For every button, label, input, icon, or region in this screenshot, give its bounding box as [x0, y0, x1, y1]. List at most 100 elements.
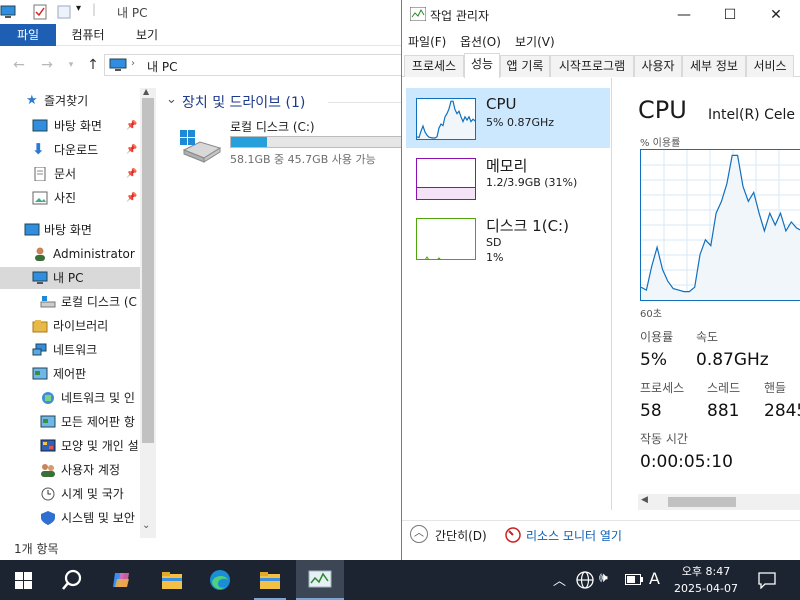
nav-desktop[interactable]: 바탕 화면 [0, 219, 140, 241]
performance-sidebar: CPU 5% 0.87GHz 메모리 1.2/3.9GB (31%) 디스크 1… [402, 78, 612, 510]
detail-title: CPU [638, 96, 687, 124]
nav-label: 제어판 [53, 367, 87, 381]
recent-dropdown-icon[interactable]: ▾ [62, 56, 80, 74]
tab-app-history[interactable]: 앱 기록 [500, 55, 550, 77]
ribbon-tab-file[interactable]: 파일 [0, 24, 56, 46]
content-pane: ⌄ 장치 및 드라이브 (1) 로컬 디스크 (C:) 58.1GB 중 45.… [160, 88, 402, 538]
collapse-chevron-icon[interactable]: ⌄ [166, 92, 177, 107]
task-manager-taskbar-button[interactable] [296, 560, 344, 600]
nav-label: 바탕 화면 [54, 119, 102, 133]
nav-quick-item-pictures[interactable]: 사진 📌 [0, 187, 140, 209]
scroll-left-icon[interactable]: ◀ [641, 495, 648, 505]
menu-file[interactable]: 파일(F) [408, 33, 446, 50]
customize-dropdown-icon[interactable]: ▾ [76, 3, 92, 19]
nav-quick-item-downloads[interactable]: ⬇ 다운로드 📌 [0, 139, 140, 161]
status-item-count: 1개 항목 [14, 542, 59, 556]
copilot-icon [113, 573, 129, 587]
nav-cp-clock-region[interactable]: 시계 및 국가 [0, 483, 140, 505]
perf-item-disk[interactable]: 디스크 1(C:) SD 1% [406, 208, 610, 268]
perf-item-memory[interactable]: 메모리 1.2/3.9GB (31%) [406, 148, 610, 208]
detail-horizontal-scrollbar[interactable]: ◀ [638, 494, 800, 510]
fewer-details-button[interactable]: 간단히(D) [435, 527, 487, 544]
file-explorer-taskbar-button[interactable] [148, 560, 196, 600]
documents-icon [34, 167, 46, 181]
clock-date: 2025-04-07 [674, 582, 738, 595]
ribbon-tab-view[interactable]: 보기 [122, 24, 172, 46]
notification-icon[interactable] [758, 571, 776, 589]
scrollbar-thumb[interactable] [668, 497, 736, 507]
nav-cp-all-items[interactable]: 모든 제어판 항 [0, 411, 140, 433]
nav-administrator[interactable]: Administrator [0, 243, 140, 265]
nav-cp-network[interactable]: 네트워크 및 인 [0, 387, 140, 409]
properties-icon[interactable] [32, 4, 48, 20]
nav-cp-user-accounts[interactable]: 사용자 계정 [0, 459, 140, 481]
collapse-circle-icon[interactable]: ︿ [410, 525, 428, 543]
show-hidden-icons-chevron-icon[interactable]: ︿ [553, 570, 566, 589]
nav-quick-item-desktop[interactable]: 바탕 화면 📌 [0, 115, 140, 137]
folder-icon [162, 572, 182, 589]
tab-performance[interactable]: 성능 [464, 53, 500, 78]
nav-label: 네트워크 [53, 343, 98, 357]
nav-libraries[interactable]: 라이브러리 [0, 315, 140, 337]
back-arrow-icon[interactable]: ← [10, 56, 28, 74]
windows-logo-icon [15, 572, 32, 589]
menu-options[interactable]: 옵션(O) [460, 33, 501, 50]
scroll-down-icon[interactable]: ⌄ [142, 520, 150, 531]
open-resource-monitor-link[interactable]: 리소스 모니터 열기 [526, 527, 622, 544]
cpu-utilization-chart [640, 150, 800, 300]
group-header[interactable]: 장치 및 드라이브 (1) [182, 92, 305, 112]
scrollbar-thumb[interactable] [142, 98, 154, 443]
nav-control-panel[interactable]: 제어판 [0, 363, 140, 385]
cpu-mini-graph [416, 98, 476, 140]
new-folder-icon[interactable] [56, 4, 72, 20]
network-globe-icon[interactable] [576, 571, 594, 589]
nav-scrollbar[interactable]: ▲ ⌄ [140, 87, 156, 538]
ribbon-tab-computer[interactable]: 컴퓨터 [58, 24, 118, 46]
tab-services[interactable]: 서비스 [746, 55, 794, 77]
perf-item-cpu[interactable]: CPU 5% 0.87GHz [406, 88, 610, 148]
tab-users[interactable]: 사용자 [634, 55, 682, 77]
nav-network[interactable]: 네트워크 [0, 339, 140, 361]
address-bar[interactable]: › 내 PC [104, 54, 402, 76]
address-text: 내 PC [147, 60, 178, 74]
copilot-button[interactable] [98, 560, 146, 600]
battery-icon[interactable] [625, 574, 643, 585]
nav-this-pc[interactable]: 내 PC [0, 267, 140, 289]
menu-view[interactable]: 보기(V) [515, 33, 555, 50]
threads-value: 881 [707, 401, 740, 421]
nav-quick-item-documents[interactable]: 문서 📌 [0, 163, 140, 185]
appearance-icon [40, 439, 56, 452]
nav-label: 모양 및 개인 설 [61, 439, 139, 453]
edge-button[interactable] [196, 560, 244, 600]
tab-processes[interactable]: 프로세스 [404, 55, 464, 77]
nav-quick-access[interactable]: ★ 즐겨찾기 [0, 90, 140, 112]
tab-details[interactable]: 세부 정보 [682, 55, 746, 77]
volume-icon[interactable]: 🕪 [599, 570, 608, 586]
start-button[interactable] [0, 560, 48, 600]
nav-cp-appearance[interactable]: 모양 및 개인 설 [0, 435, 140, 457]
nav-cp-system-security[interactable]: 시스템 및 보안 [0, 507, 140, 529]
clock[interactable]: 오후 8:47 2025-04-07 [664, 563, 748, 597]
scroll-up-icon[interactable]: ▲ [143, 87, 149, 96]
address-chevron-icon[interactable]: › [131, 58, 135, 69]
libraries-icon [32, 320, 48, 333]
forward-arrow-icon[interactable]: → [38, 56, 56, 74]
graph-time-label: 60초 [640, 309, 662, 320]
navigation-pane: ★ 즐겨찾기 바탕 화면 📌 ⬇ 다운로드 📌 문서 📌 사진 📌 바탕 화면 [0, 88, 156, 538]
nav-label: 다운로드 [54, 143, 99, 157]
input-method-indicator[interactable]: A [649, 569, 660, 588]
perf-item-name: CPU [486, 95, 517, 113]
nav-label: 사용자 계정 [61, 463, 121, 477]
search-button[interactable] [48, 560, 96, 600]
navigation-bar: ← → ▾ ↑ › 내 PC [0, 52, 402, 78]
minimize-button[interactable]: — [661, 0, 707, 30]
tab-startup[interactable]: 시작프로그램 [550, 55, 634, 77]
perf-item-value: 5% 0.87GHz [486, 116, 555, 129]
memory-mini-graph [416, 158, 476, 200]
file-explorer-window-button[interactable] [246, 560, 294, 600]
speed-label: 속도 [696, 330, 719, 344]
nav-local-disk[interactable]: 로컬 디스크 (C [0, 291, 140, 313]
close-button[interactable]: ✕ [753, 0, 799, 30]
maximize-button[interactable]: ☐ [707, 0, 753, 30]
up-arrow-icon[interactable]: ↑ [84, 56, 102, 74]
